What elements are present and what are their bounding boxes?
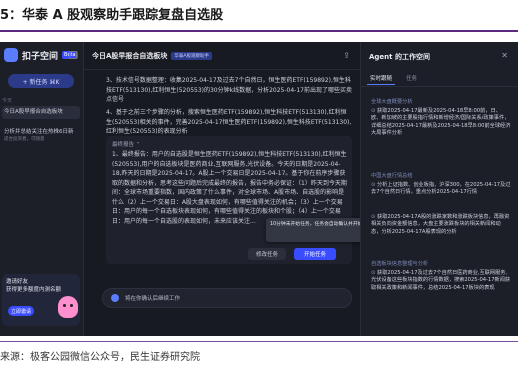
sidebar-item-label: 分析并总结关注在热株6日新 [4, 129, 74, 135]
invite-text: 邀请好友 获得更多额度内测名额 [6, 278, 61, 294]
section-title: 自选板块信息整理与分析 [371, 261, 429, 267]
step-4-text: 4、基于之前三个步骤的分析，搜索恒生医药ETF(159892),恒生科技ETF(… [106, 109, 352, 135]
sidebar-item-label: 今日A股早报合自选板块 [4, 109, 63, 115]
chat-badge: 华泰A股观察助手 [171, 51, 212, 60]
step-3-text: 3、技术信号数据整理：收集2025-04-17及过去7个自然日，恒生医药ETF(… [106, 77, 352, 103]
section-text: ⊙ 获取2025-04-17A股的涨跌家数和涨跌板块信息，再融资相关负向资金额信… [371, 214, 511, 236]
chat-area: 今日A股早报合自选板块 华泰A股观察助手 ⇪ 3、技术信号数据整理：收集2025… [84, 42, 376, 336]
mascot-icon [58, 296, 78, 318]
sidebar-section-label: 今天 [2, 98, 13, 104]
agent-workspace-panel: Agent 的工作空间 ✕ 实时跟随 任务 全球大盘概要分析 ⊙ 获取2025-… [360, 42, 518, 336]
section-text-body: 获取2025-04-17最新及2025-04-18早8:00前，日、欧、新加坡的… [371, 108, 511, 137]
chat-title: 今日A股早报合自选板块 [92, 51, 168, 60]
agent-status-icon [111, 294, 119, 302]
sidebar-item-sub: 适合投资者，可随意 [4, 137, 45, 142]
invite-line-2: 获得更多额度内测名额 [6, 287, 62, 293]
edit-task-button[interactable]: 修改任务 [248, 248, 286, 260]
section-text-body: 获取2025-04-17及过去7个自然日医药商业,互联网服务,光伏设备这些板块指… [371, 270, 511, 291]
sidebar: 扣子空间 Beta + 新任务 ⌘K 今天 今日A股早报合自选板块 分析并总结关… [0, 42, 84, 336]
sidebar-collapse-icon[interactable] [69, 51, 77, 59]
section-text: ⊙ 获取2025-04-17最新及2025-04-18早8:00前，日、欧、新加… [371, 108, 511, 138]
sidebar-item-task[interactable]: 今日A股早报合自选板块 [2, 106, 80, 119]
chat-header: 今日A股早报合自选板块 华泰A股观察助手 [84, 42, 360, 70]
sidebar-item-task[interactable]: 分析并总结关注在热株6日新 适合投资者，可随意 [2, 126, 80, 146]
final-report-text: 1、最终报告：用户的自选股是恒生医药ETF(159892),恒生科技ETF(51… [112, 151, 347, 225]
figure-source: 来源：极客公园微信公众号，民生证券研究院 [0, 352, 200, 363]
invite-button[interactable]: 立即邀请 [8, 306, 34, 316]
section-text: ⊙ 分析上证指数、创业板指、沪深300，在2025-04-17及过去7个自然日行… [371, 182, 511, 197]
section-title: 全球大盘概要分析 [371, 99, 413, 105]
section-text-body: 分析上证指数、创业板指、沪深300，在2025-04-17及过去7个自然日行情，… [371, 182, 511, 196]
title-rule [0, 30, 518, 32]
section-title: 中国大盘行情总结 [371, 173, 413, 179]
brand-name: 扣子空间 [22, 51, 59, 62]
brand-logo-icon [4, 48, 18, 62]
source-rule [0, 341, 518, 342]
share-icon[interactable]: ⇪ [343, 51, 350, 60]
panel-divider [361, 86, 518, 87]
tab-tasks[interactable]: 任务 [403, 72, 420, 85]
composer-status-text: 将在你确认后继续工作 [125, 296, 181, 302]
app-window: 扣子空间 Beta + 新任务 ⌘K 今天 今日A股早报合自选板块 分析并总结关… [0, 42, 518, 336]
invite-line-1: 邀请好友 [6, 279, 29, 285]
new-task-button[interactable]: + 新任务 ⌘K [8, 74, 74, 88]
figure-title: 5：华泰 A 股观察助手跟踪复盘自选股 [0, 8, 224, 23]
start-task-button[interactable]: 开始任务 [294, 248, 336, 260]
section-text: ⊙ 获取2025-04-17及过去7个自然日医药商业,互联网服务,光伏设备这些板… [371, 270, 511, 292]
brand: 扣子空间 Beta [4, 48, 78, 62]
composer-bar[interactable]: 将在你确认后继续工作 [102, 288, 352, 308]
close-icon[interactable]: ✕ [501, 51, 508, 60]
final-report-header[interactable]: 最终报告 ⌃ [112, 140, 140, 148]
panel-tabs: 实时跟随 任务 [367, 72, 420, 85]
section-text-body: 获取2025-04-17A股的涨跌家数和涨跌板块信息，再融资相关负向资金额信息，… [371, 214, 510, 235]
invite-card: 邀请好友 获得更多额度内测名额 立即邀请 [2, 274, 80, 326]
panel-title: Agent 的工作空间 [369, 53, 430, 61]
final-report-box: 最终报告 ⌃ 1、最终报告：用户的自选股是恒生医药ETF(159892),恒生科… [106, 136, 352, 264]
tab-live-follow[interactable]: 实时跟随 [367, 72, 396, 85]
